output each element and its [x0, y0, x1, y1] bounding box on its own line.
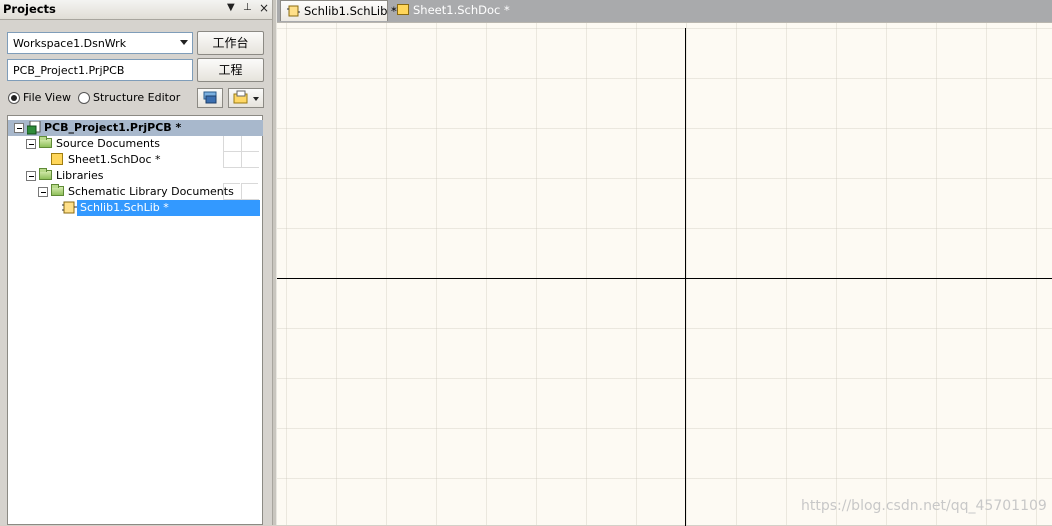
- source-documents-label: Source Documents: [56, 137, 160, 150]
- project-value: PCB_Project1.PrjPCB: [13, 64, 125, 77]
- sheet-label: Sheet1.SchDoc *: [68, 153, 161, 166]
- tree-row-sheet[interactable]: Sheet1.SchDoc *: [8, 152, 263, 168]
- origin-axis-horizontal: [277, 278, 1052, 279]
- status-cell: [241, 152, 259, 168]
- radio-selected-icon: [8, 92, 20, 104]
- folder-icon: [39, 168, 52, 180]
- tab-schlib[interactable]: Schlib1.SchLib *: [280, 0, 397, 21]
- schematic-library-canvas[interactable]: [277, 22, 1052, 526]
- tree-row-libraries[interactable]: Libraries: [8, 168, 263, 184]
- folder-open-icon: [233, 90, 259, 104]
- status-cell: [223, 168, 240, 184]
- tab-sheet[interactable]: Sheet1.SchDoc *: [391, 0, 510, 21]
- panel-title: Projects: [3, 2, 56, 16]
- collapse-icon: [26, 139, 36, 149]
- pcb-project-icon: [27, 121, 41, 135]
- schematic-doc-icon: [397, 4, 409, 15]
- pin-button[interactable]: ⊥: [243, 2, 252, 13]
- folder-icon: [51, 184, 64, 196]
- status-cell: [223, 184, 241, 200]
- workspace-explorer-button[interactable]: [197, 88, 223, 108]
- collapse-icon: [38, 187, 48, 197]
- status-cell: [241, 168, 258, 184]
- workspace-button[interactable]: 工作台: [197, 31, 264, 55]
- layers-icon: [203, 91, 217, 104]
- panel-menu-button[interactable]: ▼: [227, 2, 235, 13]
- project-label: PCB_Project1.PrjPCB *: [44, 121, 182, 134]
- tree-row-schlib[interactable]: Schlib1.SchLib *: [8, 200, 263, 216]
- project-field[interactable]: PCB_Project1.PrjPCB: [7, 59, 193, 81]
- project-options-dropdown[interactable]: [228, 88, 264, 108]
- status-cell: [241, 136, 259, 152]
- project-tree: PCB_Project1.PrjPCB * Source Documents S…: [7, 115, 263, 525]
- file-view-label: File View: [23, 91, 72, 104]
- chevron-down-icon: [180, 40, 188, 45]
- collapse-icon: [14, 123, 24, 133]
- status-cell: [223, 152, 241, 168]
- workspace-select[interactable]: Workspace1.DsnWrk: [7, 32, 193, 54]
- watermark: https://blog.csdn.net/qq_45701109: [801, 498, 1047, 514]
- tree-row-source-documents[interactable]: Source Documents: [8, 136, 263, 152]
- structure-editor-label: Structure Editor: [93, 91, 181, 104]
- document-tab-bar: Schlib1.SchLib * Sheet1.SchDoc *: [277, 0, 1052, 22]
- tab-label: Schlib1.SchLib *: [304, 4, 397, 18]
- project-button[interactable]: 工程: [197, 58, 264, 82]
- workspace-value: Workspace1.DsnWrk: [13, 37, 127, 50]
- tab-label: Sheet1.SchDoc *: [413, 3, 510, 17]
- status-cell: [223, 136, 241, 152]
- collapse-icon: [26, 171, 36, 181]
- close-panel-button[interactable]: ×: [259, 1, 269, 15]
- schematic-library-icon: [287, 5, 300, 17]
- radio-unselected-icon: [78, 92, 90, 104]
- schlib-label: Schlib1.SchLib *: [80, 201, 169, 214]
- folder-icon: [39, 136, 52, 148]
- status-cell: [241, 184, 259, 200]
- projects-panel: Projects ▼ ⊥ × Workspace1.DsnWrk 工作台 PCB…: [0, 0, 272, 525]
- schematic-library-icon: [62, 201, 77, 214]
- tree-row-project[interactable]: PCB_Project1.PrjPCB *: [8, 120, 263, 136]
- schematic-doc-icon: [51, 153, 63, 165]
- libraries-label: Libraries: [56, 169, 104, 182]
- panel-header: Projects ▼ ⊥ ×: [0, 0, 272, 20]
- origin-axis-vertical: [685, 28, 686, 526]
- schematic-library-documents-label: Schematic Library Documents: [68, 185, 234, 198]
- tree-row-schematic-library-documents[interactable]: Schematic Library Documents: [8, 184, 263, 200]
